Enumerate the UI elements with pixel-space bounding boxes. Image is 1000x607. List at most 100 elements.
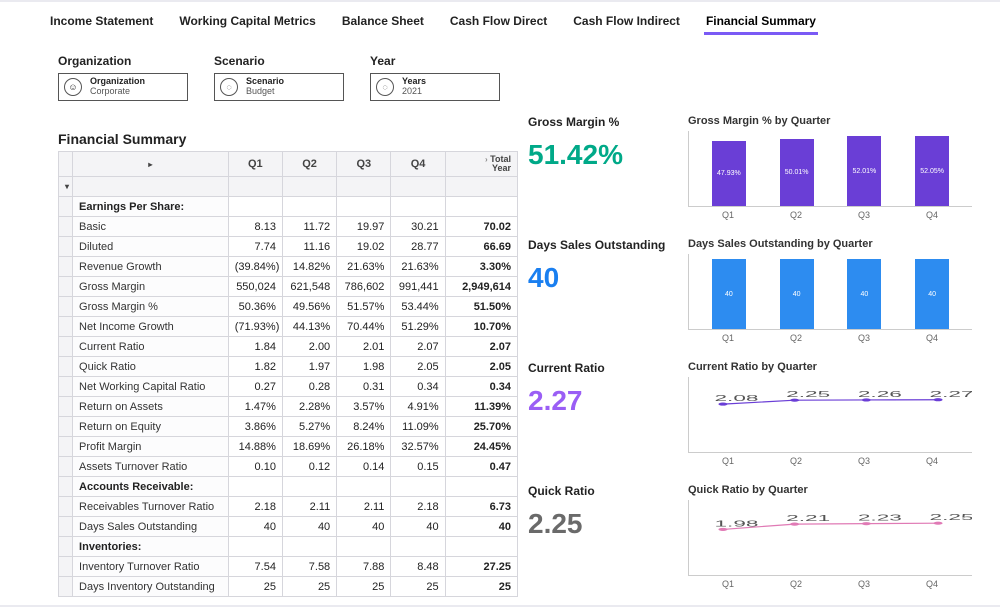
metric-label: Days Sales Outstanding xyxy=(73,517,229,537)
cell: 11.72 xyxy=(282,217,336,237)
cell: 14.82% xyxy=(282,257,336,277)
xaxis-label: Q1 xyxy=(722,333,734,343)
tab-working-capital-metrics[interactable]: Working Capital Metrics xyxy=(177,10,317,35)
metric-label: Assets Turnover Ratio xyxy=(73,457,229,477)
metric-label: Diluted xyxy=(73,237,229,257)
table-row[interactable]: Receivables Turnover Ratio2.182.112.112.… xyxy=(59,497,518,517)
kpi-value: 2.25 xyxy=(528,508,678,540)
table-row[interactable]: Diluted7.7411.1619.0228.7766.69 xyxy=(59,237,518,257)
filters-row: Organization ☺ Organization Corporate Sc… xyxy=(0,36,1000,101)
cell: 19.97 xyxy=(337,217,391,237)
metric-label: Net Income Growth xyxy=(73,317,229,337)
table-row[interactable]: Quick Ratio1.821.971.982.052.05 xyxy=(59,357,518,377)
summary-table[interactable]: ▸Q1Q2Q3Q4› TotalYear ▾ Earnings Per Share… xyxy=(58,151,518,597)
line-chart: 2.082.252.262.27 xyxy=(688,377,972,453)
table-row[interactable]: Profit Margin14.88%18.69%26.18%32.57%24.… xyxy=(59,437,518,457)
cell-total: 2.07 xyxy=(445,337,517,357)
table-row[interactable]: Gross Margin %50.36%49.56%51.57%53.44%51… xyxy=(59,297,518,317)
table-row[interactable]: Current Ratio1.842.002.012.072.07 xyxy=(59,337,518,357)
cell: 44.13% xyxy=(282,317,336,337)
xaxis-label: Q2 xyxy=(790,456,802,466)
filter-text-line2: Corporate xyxy=(90,87,145,97)
svg-text:2.26: 2.26 xyxy=(858,390,902,399)
column-header[interactable]: Q2 xyxy=(282,152,336,177)
filter-org-selector[interactable]: ☺ Organization Corporate xyxy=(58,73,188,101)
xaxis-label: Q2 xyxy=(790,333,802,343)
table-row[interactable]: Gross Margin550,024621,548786,602991,441… xyxy=(59,277,518,297)
page: Income Statement Working Capital Metrics B… xyxy=(0,2,1000,605)
cell: 1.47% xyxy=(228,397,282,417)
bar-label: 40 xyxy=(928,291,936,298)
xaxis-label: Q4 xyxy=(926,333,938,343)
table-row[interactable]: Accounts Receivable: xyxy=(59,477,518,497)
table-row[interactable]: Revenue Growth(39.84%)14.82%21.63%21.63%… xyxy=(59,257,518,277)
cell: 7.54 xyxy=(228,557,282,577)
xaxis-label: Q3 xyxy=(858,579,870,589)
cell-total: 27.25 xyxy=(445,557,517,577)
column-header[interactable]: Q1 xyxy=(228,152,282,177)
table-row[interactable]: Basic8.1311.7219.9730.2170.02 xyxy=(59,217,518,237)
org-icon: ☺ xyxy=(64,78,82,96)
tab-income-statement[interactable]: Income Statement xyxy=(48,10,155,35)
table-row[interactable]: Inventories: xyxy=(59,537,518,557)
cell-total: 66.69 xyxy=(445,237,517,257)
table-row[interactable]: Net Income Growth(71.93%)44.13%70.44%51.… xyxy=(59,317,518,337)
bar-chart: 40404040 xyxy=(688,254,972,330)
metric-label: Basic xyxy=(73,217,229,237)
cell: 7.88 xyxy=(337,557,391,577)
metric-label: Revenue Growth xyxy=(73,257,229,277)
tab-cash-flow-indirect[interactable]: Cash Flow Indirect xyxy=(571,10,682,35)
table-row[interactable]: Assets Turnover Ratio0.100.120.140.150.4… xyxy=(59,457,518,477)
bar: 40 xyxy=(847,259,881,329)
column-caret[interactable]: ▸ xyxy=(73,152,229,177)
kpi-chart: Days Sales Outstanding by Quarter4040404… xyxy=(688,238,972,343)
table-row[interactable]: Days Sales Outstanding4040404040 xyxy=(59,517,518,537)
bar: 52.01% xyxy=(847,136,881,206)
cell: 11.09% xyxy=(391,417,445,437)
cell: 7.74 xyxy=(228,237,282,257)
cell: 70.44% xyxy=(337,317,391,337)
table-row[interactable]: Days Inventory Outstanding2525252525 xyxy=(59,577,518,597)
cell: 25 xyxy=(391,577,445,597)
svg-text:2.23: 2.23 xyxy=(858,514,902,523)
column-header[interactable]: Q3 xyxy=(337,152,391,177)
cell: 2.01 xyxy=(337,337,391,357)
cell: 40 xyxy=(337,517,391,537)
table-row[interactable]: Return on Equity3.86%5.27%8.24%11.09%25.… xyxy=(59,417,518,437)
cell: 5.27% xyxy=(282,417,336,437)
xaxis-label: Q4 xyxy=(926,210,938,220)
chart-title: Days Sales Outstanding by Quarter xyxy=(688,238,972,250)
kpi-row: Gross Margin %51.42%Gross Margin % by Qu… xyxy=(528,115,972,220)
cell: 2.11 xyxy=(282,497,336,517)
cell: 8.24% xyxy=(337,417,391,437)
metric-label: Return on Assets xyxy=(73,397,229,417)
column-header-total[interactable]: › TotalYear xyxy=(445,152,517,177)
cell: 25 xyxy=(282,577,336,597)
column-header[interactable]: Q4 xyxy=(391,152,445,177)
cell: 19.02 xyxy=(337,237,391,257)
cell-total: 40 xyxy=(445,517,517,537)
filter-scenario-selector[interactable]: ◌ Scenario Budget xyxy=(214,73,344,101)
kpi-value: 2.27 xyxy=(528,385,678,417)
cell: 2.00 xyxy=(282,337,336,357)
tab-balance-sheet[interactable]: Balance Sheet xyxy=(340,10,426,35)
tab-financial-summary[interactable]: Financial Summary xyxy=(704,10,818,35)
table-row[interactable]: Earnings Per Share: xyxy=(59,197,518,217)
kpi-value: 51.42% xyxy=(528,139,678,171)
cell-total: 51.50% xyxy=(445,297,517,317)
svg-text:2.08: 2.08 xyxy=(714,394,758,403)
row-caret[interactable]: ▾ xyxy=(59,177,73,197)
cell: 25 xyxy=(337,577,391,597)
cell: 8.13 xyxy=(228,217,282,237)
table-row[interactable]: Return on Assets1.47%2.28%3.57%4.91%11.3… xyxy=(59,397,518,417)
table-row[interactable]: Inventory Turnover Ratio7.547.587.888.48… xyxy=(59,557,518,577)
chart-xaxis: Q1Q2Q3Q4 xyxy=(688,579,972,589)
content: Financial Summary ▸Q1Q2Q3Q4› TotalYear▾ … xyxy=(0,101,1000,607)
filter-year-selector[interactable]: ◌ Years 2021 xyxy=(370,73,500,101)
table-row[interactable]: Net Working Capital Ratio0.270.280.310.3… xyxy=(59,377,518,397)
filter-label: Organization xyxy=(58,54,188,68)
kpi-value: 40 xyxy=(528,262,678,294)
cell: 786,602 xyxy=(337,277,391,297)
kpi-label: Gross Margin % xyxy=(528,115,678,129)
tab-cash-flow-direct[interactable]: Cash Flow Direct xyxy=(448,10,549,35)
